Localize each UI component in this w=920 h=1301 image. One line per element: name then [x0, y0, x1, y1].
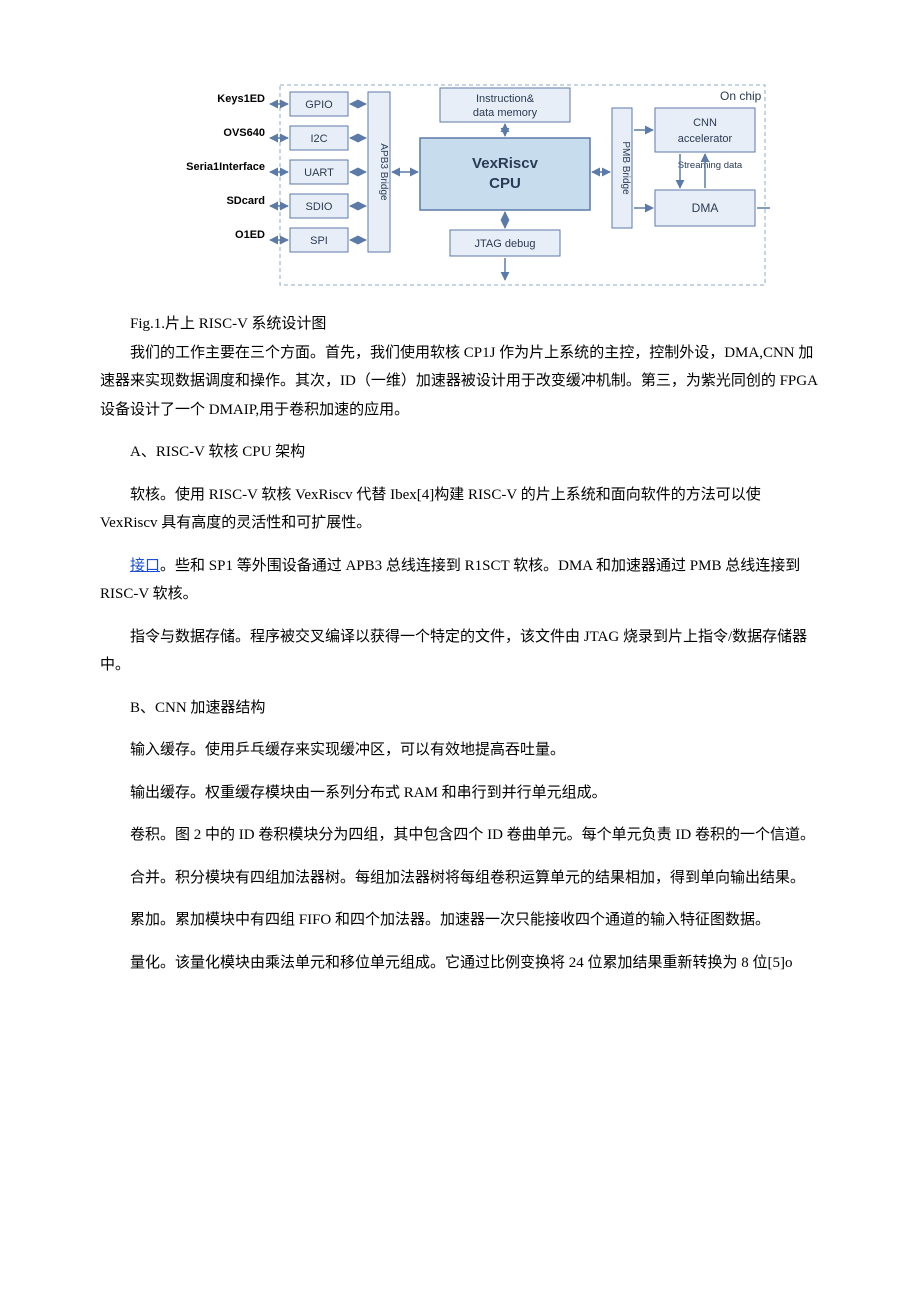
para-a3: 指令与数据存储。程序被交叉编译以获得一个特定的文件，该文件由 JTAG 烧录到片…	[100, 623, 820, 680]
para-a1: 软核。使用 RISC-V 软核 VexRiscv 代替 Ibex[4]构建 RI…	[100, 481, 820, 538]
diagram-container: On chip Keys1ED OVS640 Seria1Interface S…	[100, 80, 820, 290]
cpu	[420, 138, 590, 210]
para-b4: 合并。积分模块有四组加法器树。每组加法器树将每组卷积运算单元的结果相加，得到单向…	[100, 864, 820, 893]
svg-text:Streaming data: Streaming data	[678, 160, 743, 171]
para-b6: 量化。该量化模块由乘法单元和移位单元组成。它通过比例变换将 24 位累加结果重新…	[100, 949, 820, 978]
peripheral-boxes: GPIO I2C UART SDIO SPI	[290, 92, 348, 252]
svg-text:CPU: CPU	[489, 175, 521, 192]
svg-text:GPIO: GPIO	[305, 99, 333, 111]
svg-text:JTAG debug: JTAG debug	[475, 238, 536, 250]
svg-text:accelerator: accelerator	[678, 133, 733, 145]
cnn-accel	[655, 108, 755, 152]
ext-label-4: O1ED	[235, 229, 265, 241]
para-intro: 我们的工作主要在三个方面。首先，我们使用软核 CP1J 作为片上系统的主控，控制…	[100, 339, 820, 425]
svg-text:APB3 Bridge: APB3 Bridge	[378, 143, 389, 201]
svg-text:UART: UART	[304, 167, 334, 179]
section-a-label: A、RISC-V 软核 CPU 架构	[100, 438, 820, 467]
svg-text:CNN: CNN	[693, 117, 717, 129]
svg-text:Instruction&: Instruction&	[476, 93, 535, 105]
system-diagram: On chip Keys1ED OVS640 Seria1Interface S…	[150, 80, 770, 290]
para-a2: 接口。些和 SP1 等外围设备通过 APB3 总线连接到 R1SCT 软核。DM…	[100, 552, 820, 609]
onchip-label: On chip	[720, 89, 762, 103]
figure-1: On chip Keys1ED OVS640 Seria1Interface S…	[100, 80, 820, 290]
para-b1: 输入缓存。使用乒乓缓存来实现缓冲区，可以有效地提高吞吐量。	[100, 736, 820, 765]
figure-caption: Fig.1.片上 RISC-V 系统设计图	[100, 310, 820, 339]
para-b5: 累加。累加模块中有四组 FIFO 和四个加法器。加速器一次只能接收四个通道的输入…	[100, 906, 820, 935]
para-b3: 卷积。图 2 中的 ID 卷积模块分为四组，其中包含四个 ID 卷曲单元。每个单…	[100, 821, 820, 850]
ext-label-3: SDcard	[226, 195, 265, 207]
interface-link[interactable]: 接口	[130, 558, 160, 574]
svg-text:SPI: SPI	[310, 235, 328, 247]
svg-text:PMB Bridge: PMB Bridge	[620, 141, 631, 195]
svg-text:I2C: I2C	[310, 133, 327, 145]
ext-label-2: Seria1Interface	[186, 161, 265, 173]
svg-text:DMA: DMA	[692, 201, 719, 215]
section-b-label: B、CNN 加速器结构	[100, 694, 820, 723]
svg-text:SDIO: SDIO	[306, 201, 333, 213]
svg-text:data memory: data memory	[473, 107, 538, 119]
para-b2: 输出缓存。权重缓存模块由一系列分布式 RAM 和串行到并行单元组成。	[100, 779, 820, 808]
svg-text:VexRiscv: VexRiscv	[472, 155, 539, 172]
para-a2-rest: 。些和 SP1 等外围设备通过 APB3 总线连接到 R1SCT 软核。DMA …	[100, 558, 800, 603]
ext-label-0: Keys1ED	[217, 93, 265, 105]
ext-label-1: OVS640	[223, 127, 265, 139]
